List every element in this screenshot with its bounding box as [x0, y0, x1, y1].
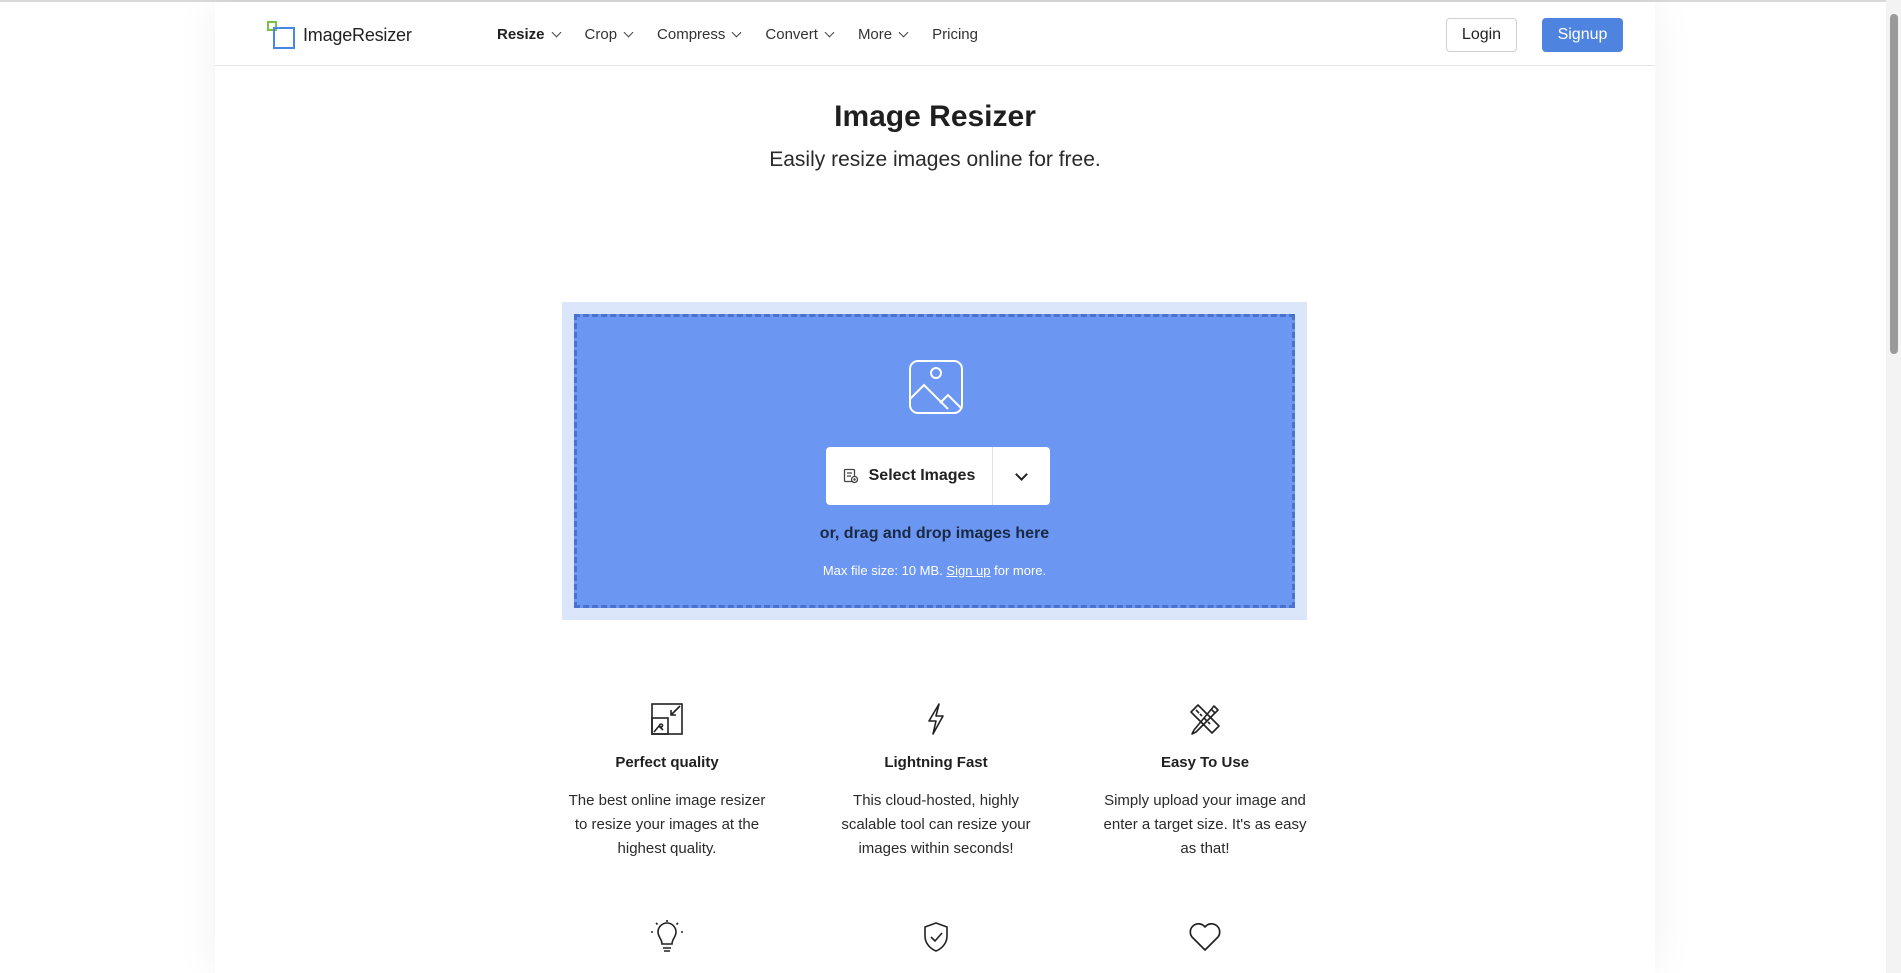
feature-easy-to-use: Easy To Use Simply upload your image and…: [1100, 702, 1310, 861]
dropzone[interactable]: Select Images or, drag and drop images h…: [574, 314, 1295, 608]
main-nav: Resize Crop Compress Convert More Pricin…: [497, 2, 1003, 66]
select-images-label: Select Images: [868, 467, 976, 484]
nav-pricing[interactable]: Pricing: [932, 26, 978, 43]
nav-label: Pricing: [932, 25, 978, 43]
chevron-down-icon: [623, 27, 634, 37]
nav-label: Convert: [765, 25, 818, 43]
logo[interactable]: ImageResizer: [267, 20, 412, 50]
nav-more[interactable]: More: [857, 25, 909, 43]
site-header: ImageResizer Resize Crop Compress Conver…: [215, 2, 1655, 66]
nav-label: Resize: [497, 25, 545, 43]
shield-check-icon: [924, 922, 948, 952]
nav-crop[interactable]: Crop: [584, 25, 634, 43]
max-file-size-text: Max file size: 10 MB. Sign up for more.: [577, 563, 1292, 578]
nav-resize[interactable]: Resize: [497, 25, 561, 43]
nav-label: More: [857, 25, 893, 43]
page-subtitle: Easily resize images online for free.: [769, 148, 1101, 171]
page-scrollbar[interactable]: [1886, 0, 1901, 973]
feature-name: Perfect quality: [615, 754, 719, 771]
signup-button[interactable]: Signup: [1542, 18, 1623, 52]
feature-lightning-fast: Lightning Fast This cloud-hosted, highly…: [831, 702, 1041, 861]
feature-name: Lightning Fast: [884, 754, 988, 771]
chevron-down-icon: [1015, 467, 1028, 481]
image-icon: [909, 360, 963, 414]
max-size-prefix: Max file size: 10 MB.: [822, 563, 943, 578]
select-images-button[interactable]: Select Images: [826, 447, 993, 505]
logo-text: ImageResizer: [303, 24, 412, 45]
page-container: ImageResizer Resize Crop Compress Conver…: [215, 2, 1655, 973]
lightbulb-icon: [651, 920, 683, 952]
file-icon: [843, 468, 858, 484]
resize-icon: [651, 703, 683, 735]
chevron-down-icon: [731, 27, 742, 37]
heart-icon: [1189, 922, 1221, 951]
feature-perfect-quality: Perfect quality The best online image re…: [562, 702, 772, 861]
nav-compress[interactable]: Compress: [657, 25, 742, 43]
select-source-dropdown[interactable]: [993, 447, 1050, 505]
feature-name: Easy To Use: [1160, 754, 1250, 771]
chevron-down-icon: [551, 27, 561, 37]
login-button[interactable]: Login: [1446, 18, 1517, 52]
lightning-icon: [928, 703, 944, 735]
signup-link[interactable]: Sign up: [946, 563, 990, 578]
drag-drop-text: or, drag and drop images here: [819, 525, 1050, 542]
max-size-suffix: for more.: [994, 563, 1047, 578]
nav-label: Compress: [657, 25, 726, 43]
upload-area: Select Images or, drag and drop images h…: [562, 302, 1307, 620]
chevron-down-icon: [824, 27, 835, 37]
feature-desc: This cloud-hosted, highly scalable tool …: [841, 792, 1031, 857]
page-title: Image Resizer: [834, 100, 1036, 133]
chevron-down-icon: [898, 27, 909, 37]
feature-desc: The best online image resizer to resize …: [568, 792, 766, 857]
scrollbar-thumb[interactable]: [1890, 14, 1898, 354]
pencil-ruler-icon: [1190, 704, 1220, 735]
logo-icon: [267, 21, 295, 49]
select-images-group: Select Images: [826, 447, 1050, 505]
nav-convert[interactable]: Convert: [765, 25, 835, 43]
feature-desc: Simply upload your image and enter a tar…: [1103, 792, 1307, 857]
nav-label: Crop: [584, 25, 618, 43]
